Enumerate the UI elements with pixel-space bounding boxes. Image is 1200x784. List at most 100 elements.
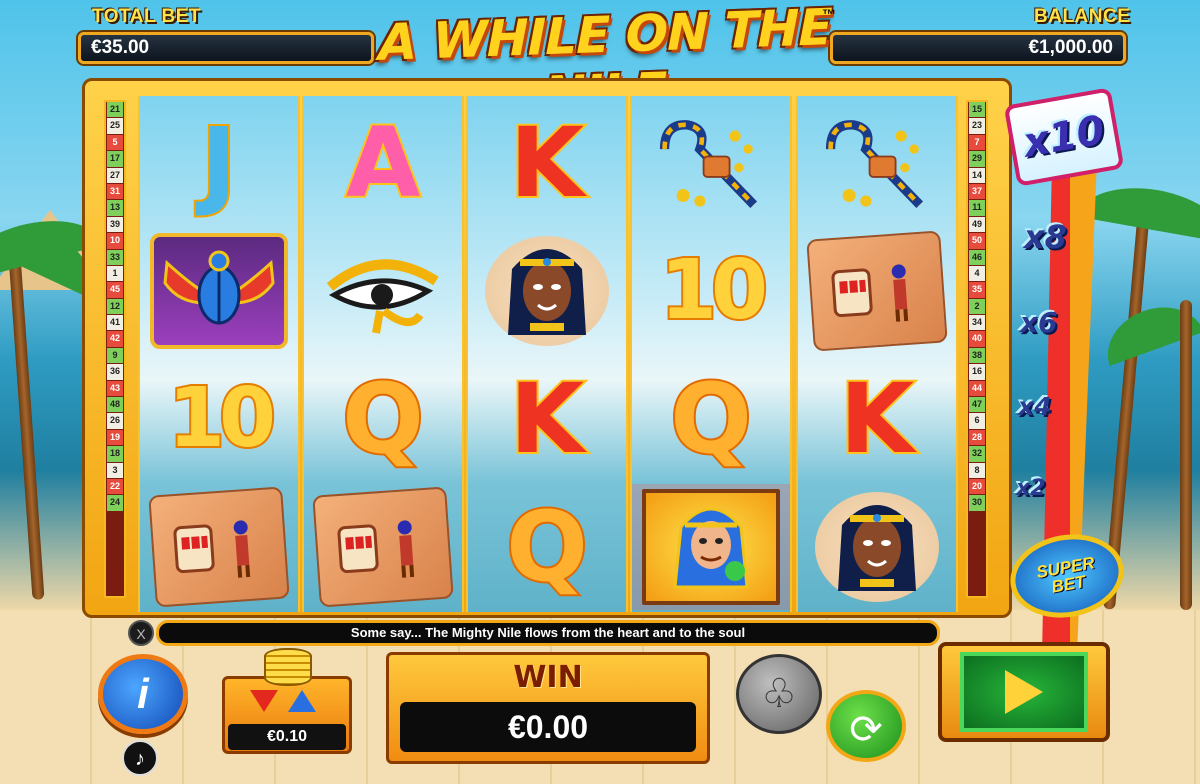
close-button[interactable]: X bbox=[128, 620, 154, 646]
reel-1: J 10 bbox=[138, 96, 300, 612]
multiplier-x10: x10 bbox=[1003, 87, 1125, 187]
play-icon bbox=[1005, 670, 1043, 714]
payline-number[interactable]: 10 bbox=[107, 233, 123, 250]
payline-number[interactable]: 29 bbox=[969, 151, 985, 168]
reel-cell: K bbox=[798, 356, 956, 482]
payline-number[interactable]: 36 bbox=[107, 364, 123, 381]
reel-cell: Q bbox=[632, 356, 790, 482]
reel-cell bbox=[798, 228, 956, 354]
symbol-k: K bbox=[508, 363, 586, 475]
symbol-q: Q bbox=[504, 491, 590, 603]
payline-number[interactable]: 18 bbox=[107, 446, 123, 463]
cleopatra-icon bbox=[485, 236, 609, 346]
payline-number[interactable]: 44 bbox=[969, 380, 985, 398]
coin-stack-icon bbox=[264, 648, 312, 686]
pharaoh-icon bbox=[642, 489, 780, 605]
payline-number[interactable]: 26 bbox=[107, 413, 123, 430]
payline-number[interactable]: 39 bbox=[107, 216, 123, 234]
reel-cell: Q bbox=[468, 484, 626, 610]
decrease-coin-button[interactable] bbox=[250, 690, 278, 712]
payline-number[interactable]: 40 bbox=[969, 331, 985, 348]
reel-4: 10 Q bbox=[630, 96, 792, 612]
reel-cell: A bbox=[304, 100, 462, 226]
payline-number[interactable]: 21 bbox=[107, 102, 123, 119]
tablet-icon bbox=[806, 230, 948, 352]
payline-number[interactable]: 25 bbox=[107, 118, 123, 135]
reel-cell bbox=[140, 484, 298, 610]
reel-5: K bbox=[796, 96, 958, 612]
payline-number[interactable]: 12 bbox=[107, 298, 123, 316]
payline-number[interactable]: 1 bbox=[107, 265, 123, 283]
cleopatra-icon bbox=[815, 492, 939, 602]
reel-cell: J bbox=[140, 100, 298, 226]
reel-cell: Q bbox=[304, 356, 462, 482]
payline-number[interactable]: 47 bbox=[969, 397, 985, 414]
symbol-q: Q bbox=[340, 363, 426, 475]
reel-cell: 10 bbox=[140, 356, 298, 482]
payline-number[interactable]: 20 bbox=[969, 478, 985, 496]
payline-number[interactable]: 7 bbox=[969, 134, 985, 152]
reel-cell bbox=[798, 100, 956, 226]
win-label: WIN bbox=[513, 660, 583, 695]
multiplier-x8: x8 bbox=[1024, 218, 1067, 256]
reel-cell bbox=[798, 484, 956, 610]
palm-tree-left bbox=[7, 240, 45, 600]
payline-number[interactable]: 33 bbox=[107, 249, 123, 266]
multiplier-x4: x4 bbox=[1018, 392, 1052, 421]
payline-number[interactable]: 27 bbox=[107, 167, 123, 184]
payline-number[interactable]: 4 bbox=[969, 265, 985, 283]
music-toggle-button[interactable]: ♪ bbox=[122, 740, 158, 776]
payline-number[interactable]: 42 bbox=[107, 331, 123, 348]
tablet-icon bbox=[148, 486, 290, 608]
payline-indicators-right: 15 23 7 29 14 37 11 49 50 46 4 35 2 34 40 38 16 44 47 6 28 32… bbox=[966, 100, 988, 598]
payline-number[interactable]: 38 bbox=[969, 347, 985, 365]
payline-number[interactable]: 2 bbox=[969, 298, 985, 316]
payline-number[interactable]: 11 bbox=[969, 200, 985, 217]
info-button[interactable]: i bbox=[98, 654, 188, 734]
payline-number[interactable]: 50 bbox=[969, 233, 985, 250]
total-bet-label: TOTAL BET bbox=[92, 6, 201, 27]
payline-number[interactable]: 19 bbox=[107, 429, 123, 447]
symbol-q: Q bbox=[668, 363, 754, 475]
reel-cell: K bbox=[468, 100, 626, 226]
payline-number[interactable]: 45 bbox=[107, 282, 123, 299]
payline-number[interactable]: 30 bbox=[969, 495, 985, 512]
reel-cell: 10 bbox=[632, 228, 790, 354]
payline-number[interactable]: 34 bbox=[969, 315, 985, 332]
payline-number[interactable]: 23 bbox=[969, 118, 985, 135]
payline-number[interactable]: 14 bbox=[969, 167, 985, 184]
payline-number[interactable]: 48 bbox=[107, 397, 123, 414]
payline-number[interactable]: 15 bbox=[969, 102, 985, 119]
payline-number[interactable]: 6 bbox=[969, 413, 985, 430]
payline-number[interactable]: 49 bbox=[969, 216, 985, 234]
increase-coin-button[interactable] bbox=[288, 690, 316, 712]
payline-number[interactable]: 43 bbox=[107, 380, 123, 398]
reel-cell bbox=[304, 484, 462, 610]
payline-number[interactable]: 35 bbox=[969, 282, 985, 299]
autoplay-button[interactable]: ⟳ bbox=[826, 690, 906, 762]
payline-number[interactable]: 41 bbox=[107, 315, 123, 332]
payline-number[interactable]: 3 bbox=[107, 462, 123, 479]
payline-number[interactable]: 17 bbox=[107, 151, 123, 168]
payline-number[interactable]: 46 bbox=[969, 249, 985, 266]
payline-number[interactable]: 5 bbox=[107, 134, 123, 152]
reel-cell bbox=[140, 228, 298, 354]
payline-number[interactable]: 8 bbox=[969, 462, 985, 479]
gamble-button[interactable]: ♧ bbox=[736, 654, 822, 734]
payline-indicators-left: 21 25 5 17 27 31 13 39 10 33 1 45 12 41 42 9 36 43 48 26 19 1… bbox=[104, 100, 126, 598]
payline-number[interactable]: 24 bbox=[107, 495, 123, 512]
spin-button[interactable] bbox=[938, 642, 1110, 742]
payline-number[interactable]: 16 bbox=[969, 364, 985, 381]
payline-number[interactable]: 22 bbox=[107, 478, 123, 496]
payline-number[interactable]: 37 bbox=[969, 183, 985, 201]
payline-number[interactable]: 28 bbox=[969, 429, 985, 447]
payline-number[interactable]: 9 bbox=[107, 347, 123, 365]
scarab-icon bbox=[150, 233, 288, 349]
payline-number[interactable]: 32 bbox=[969, 446, 985, 463]
payline-number[interactable]: 13 bbox=[107, 200, 123, 217]
payline-number[interactable]: 31 bbox=[107, 183, 123, 201]
reel-cell: K bbox=[468, 356, 626, 482]
reel-cell bbox=[632, 484, 790, 610]
reel-2: AQ bbox=[302, 96, 464, 612]
tablet-icon bbox=[312, 486, 454, 608]
